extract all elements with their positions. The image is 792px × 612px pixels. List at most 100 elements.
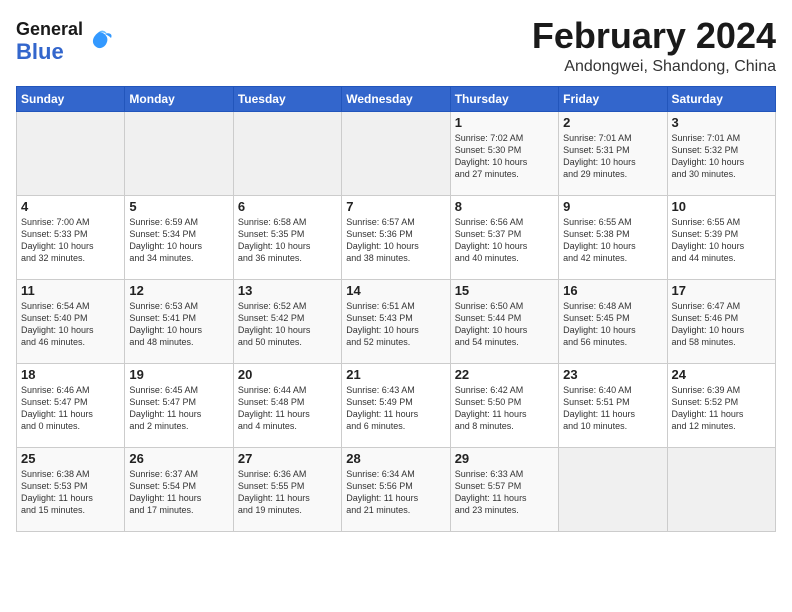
day-number: 7: [346, 199, 445, 214]
table-row: 7 Sunrise: 6:57 AM Sunset: 5:36 PM Daylig…: [342, 195, 450, 279]
day-info: Sunrise: 6:46 AM Sunset: 5:47 PM Dayligh…: [21, 384, 120, 433]
header: General Blue February 2024 Andongwei, Sh…: [16, 16, 776, 76]
day-info: Sunrise: 6:56 AM Sunset: 5:37 PM Dayligh…: [455, 216, 554, 265]
day-number: 13: [238, 283, 337, 298]
day-number: 29: [455, 451, 554, 466]
logo-bird-icon: [85, 28, 113, 56]
day-number: 4: [21, 199, 120, 214]
logo: General Blue: [16, 20, 113, 64]
table-row: 9 Sunrise: 6:55 AM Sunset: 5:38 PM Daylig…: [559, 195, 667, 279]
day-info: Sunrise: 6:52 AM Sunset: 5:42 PM Dayligh…: [238, 300, 337, 349]
calendar-week-row: 11 Sunrise: 6:54 AM Sunset: 5:40 PM Dayli…: [17, 279, 776, 363]
day-info: Sunrise: 6:33 AM Sunset: 5:57 PM Dayligh…: [455, 468, 554, 517]
day-info: Sunrise: 7:00 AM Sunset: 5:33 PM Dayligh…: [21, 216, 120, 265]
table-row: 20Sunrise: 6:44 AM Sunset: 5:48 PM Dayli…: [233, 363, 341, 447]
table-row: 27 Sunrise: 6:36 AM Sunset: 5:55 PM Dayli…: [233, 447, 341, 531]
day-number: 21: [346, 367, 445, 382]
table-row: 29 Sunrise: 6:33 AM Sunset: 5:57 PM Dayli…: [450, 447, 558, 531]
table-row: 23Sunrise: 6:40 AM Sunset: 5:51 PM Dayli…: [559, 363, 667, 447]
day-number: 17: [672, 283, 771, 298]
day-info: Sunrise: 6:42 AM Sunset: 5:50 PM Dayligh…: [455, 384, 554, 433]
month-year-title: February 2024: [532, 16, 776, 56]
table-row: 18Sunrise: 6:46 AM Sunset: 5:47 PM Dayli…: [17, 363, 125, 447]
table-row: [342, 111, 450, 195]
day-number: 27: [238, 451, 337, 466]
day-number: 22: [455, 367, 554, 382]
table-row: 12 Sunrise: 6:53 AM Sunset: 5:41 PM Dayli…: [125, 279, 233, 363]
day-info: Sunrise: 7:01 AM Sunset: 5:32 PM Dayligh…: [672, 132, 771, 181]
day-info: Sunrise: 6:53 AM Sunset: 5:41 PM Dayligh…: [129, 300, 228, 349]
day-number: 10: [672, 199, 771, 214]
table-row: 24 Sunrise: 6:39 AM Sunset: 5:52 PM Dayli…: [667, 363, 775, 447]
day-info: Sunrise: 6:34 AM Sunset: 5:56 PM Dayligh…: [346, 468, 445, 517]
day-info: Sunrise: 6:54 AM Sunset: 5:40 PM Dayligh…: [21, 300, 120, 349]
day-info: Sunrise: 6:38 AM Sunset: 5:53 PM Dayligh…: [21, 468, 120, 517]
day-info: Sunrise: 6:37 AM Sunset: 5:54 PM Dayligh…: [129, 468, 228, 517]
day-number: 15: [455, 283, 554, 298]
day-info: Sunrise: 6:55 AM Sunset: 5:39 PM Dayligh…: [672, 216, 771, 265]
day-number: 19: [129, 367, 228, 382]
day-info: Sunrise: 6:47 AM Sunset: 5:46 PM Dayligh…: [672, 300, 771, 349]
col-tuesday: Tuesday: [233, 86, 341, 111]
day-number: 5: [129, 199, 228, 214]
day-number: 24: [672, 367, 771, 382]
table-row: 28 Sunrise: 6:34 AM Sunset: 5:56 PM Dayli…: [342, 447, 450, 531]
table-row: [125, 111, 233, 195]
table-row: 10 Sunrise: 6:55 AM Sunset: 5:39 PM Dayli…: [667, 195, 775, 279]
location-subtitle: Andongwei, Shandong, China: [532, 58, 776, 76]
table-row: 15 Sunrise: 6:50 AM Sunset: 5:44 PM Dayli…: [450, 279, 558, 363]
day-info: Sunrise: 6:45 AM Sunset: 5:47 PM Dayligh…: [129, 384, 228, 433]
day-info: Sunrise: 6:59 AM Sunset: 5:34 PM Dayligh…: [129, 216, 228, 265]
table-row: [17, 111, 125, 195]
day-number: 1: [455, 115, 554, 130]
col-sunday: Sunday: [17, 86, 125, 111]
day-info: Sunrise: 6:39 AM Sunset: 5:52 PM Dayligh…: [672, 384, 771, 433]
table-row: 1 Sunrise: 7:02 AM Sunset: 5:30 PM Daylig…: [450, 111, 558, 195]
day-info: Sunrise: 6:48 AM Sunset: 5:45 PM Dayligh…: [563, 300, 662, 349]
col-friday: Friday: [559, 86, 667, 111]
table-row: 17 Sunrise: 6:47 AM Sunset: 5:46 PM Dayli…: [667, 279, 775, 363]
calendar-week-row: 4 Sunrise: 7:00 AM Sunset: 5:33 PM Daylig…: [17, 195, 776, 279]
day-number: 25: [21, 451, 120, 466]
day-number: 8: [455, 199, 554, 214]
calendar-week-row: 1 Sunrise: 7:02 AM Sunset: 5:30 PM Daylig…: [17, 111, 776, 195]
col-saturday: Saturday: [667, 86, 775, 111]
day-info: Sunrise: 6:44 AM Sunset: 5:48 PM Dayligh…: [238, 384, 337, 433]
day-number: 6: [238, 199, 337, 214]
day-number: 14: [346, 283, 445, 298]
col-wednesday: Wednesday: [342, 86, 450, 111]
day-number: 2: [563, 115, 662, 130]
table-row: [559, 447, 667, 531]
col-thursday: Thursday: [450, 86, 558, 111]
day-info: Sunrise: 6:51 AM Sunset: 5:43 PM Dayligh…: [346, 300, 445, 349]
day-number: 28: [346, 451, 445, 466]
day-number: 3: [672, 115, 771, 130]
day-number: 9: [563, 199, 662, 214]
day-number: 12: [129, 283, 228, 298]
header-row: Sunday Monday Tuesday Wednesday Thursday…: [17, 86, 776, 111]
day-number: 11: [21, 283, 120, 298]
day-info: Sunrise: 6:57 AM Sunset: 5:36 PM Dayligh…: [346, 216, 445, 265]
day-info: Sunrise: 6:58 AM Sunset: 5:35 PM Dayligh…: [238, 216, 337, 265]
day-info: Sunrise: 6:55 AM Sunset: 5:38 PM Dayligh…: [563, 216, 662, 265]
table-row: 8 Sunrise: 6:56 AM Sunset: 5:37 PM Daylig…: [450, 195, 558, 279]
page-container: General Blue February 2024 Andongwei, Sh…: [0, 0, 792, 540]
day-number: 16: [563, 283, 662, 298]
logo-general: General: [16, 20, 83, 40]
title-block: February 2024 Andongwei, Shandong, China: [532, 16, 776, 76]
table-row: 16 Sunrise: 6:48 AM Sunset: 5:45 PM Dayli…: [559, 279, 667, 363]
table-row: 6 Sunrise: 6:58 AM Sunset: 5:35 PM Daylig…: [233, 195, 341, 279]
table-row: 26 Sunrise: 6:37 AM Sunset: 5:54 PM Dayli…: [125, 447, 233, 531]
table-row: 21Sunrise: 6:43 AM Sunset: 5:49 PM Dayli…: [342, 363, 450, 447]
day-info: Sunrise: 7:02 AM Sunset: 5:30 PM Dayligh…: [455, 132, 554, 181]
table-row: 25 Sunrise: 6:38 AM Sunset: 5:53 PM Dayli…: [17, 447, 125, 531]
day-number: 26: [129, 451, 228, 466]
calendar-week-row: 25 Sunrise: 6:38 AM Sunset: 5:53 PM Dayli…: [17, 447, 776, 531]
table-row: 2Sunrise: 7:01 AM Sunset: 5:31 PM Daylig…: [559, 111, 667, 195]
day-info: Sunrise: 6:36 AM Sunset: 5:55 PM Dayligh…: [238, 468, 337, 517]
day-info: Sunrise: 6:50 AM Sunset: 5:44 PM Dayligh…: [455, 300, 554, 349]
logo-blue: Blue: [16, 40, 83, 64]
table-row: 13 Sunrise: 6:52 AM Sunset: 5:42 PM Dayli…: [233, 279, 341, 363]
calendar-table: Sunday Monday Tuesday Wednesday Thursday…: [16, 86, 776, 532]
table-row: 22 Sunrise: 6:42 AM Sunset: 5:50 PM Dayli…: [450, 363, 558, 447]
